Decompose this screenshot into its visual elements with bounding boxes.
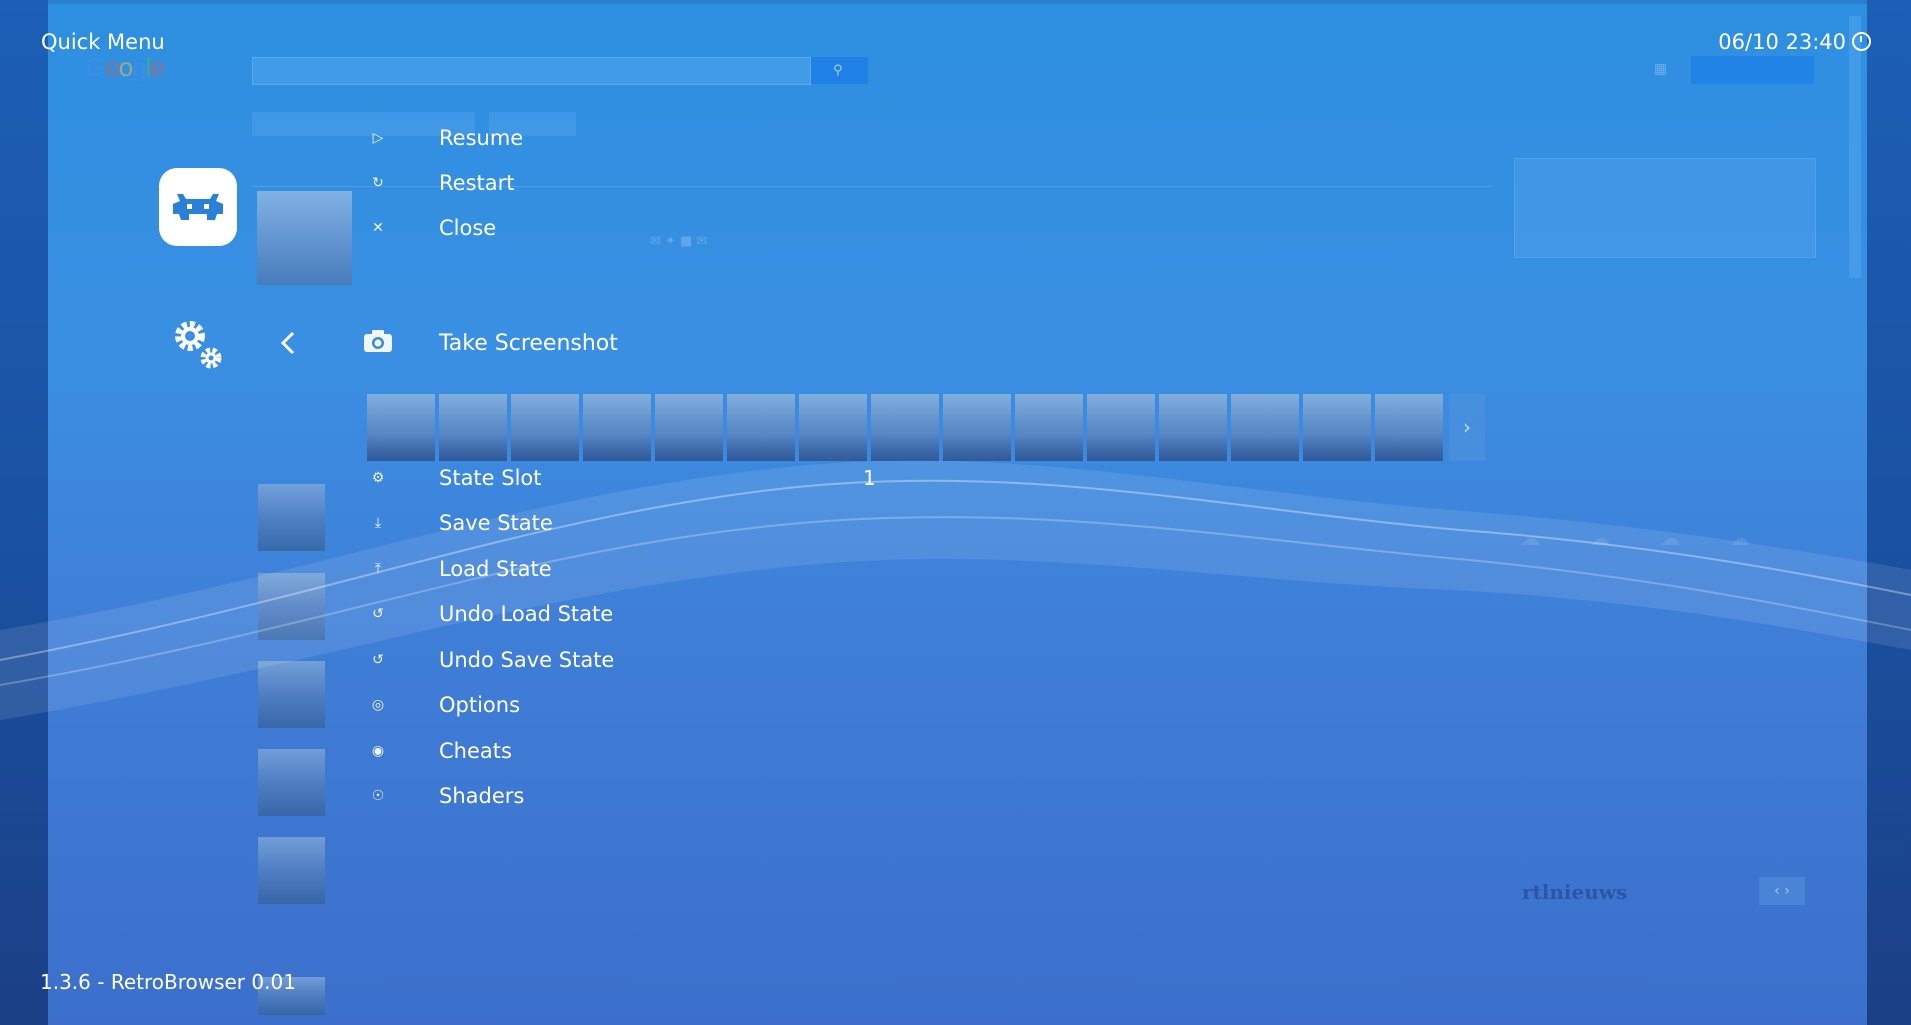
gear-icon: ⚙	[371, 470, 385, 486]
background-panel	[1514, 158, 1816, 258]
version-footer: 1.3.6 - RetroBrowser 0.01	[40, 970, 296, 994]
menu-item-options[interactable]: ◎ Options	[363, 687, 520, 723]
menu-item-state-slot[interactable]: ⚙ State Slot 1	[363, 460, 876, 496]
menu-item-label: Restart	[439, 171, 515, 195]
menu-item-label: Cheats	[439, 739, 512, 763]
menu-item-label: Save State	[439, 511, 553, 535]
background-divider	[252, 186, 1492, 187]
back-chevron-icon[interactable]	[276, 328, 300, 358]
menu-item-label: Shaders	[439, 784, 525, 808]
state-slot-value: 1	[863, 466, 876, 490]
rtl-nieuws-logo: rtlnieuws	[1522, 880, 1628, 904]
menu-item-label: Load State	[439, 557, 552, 581]
close-icon: ✕	[372, 220, 384, 236]
apps-grid-icon: ▦	[1654, 61, 1668, 77]
download-icon: ⤓	[374, 515, 382, 531]
news-thumbnail	[258, 837, 325, 904]
background-scrollbar	[1849, 16, 1861, 278]
clock-text: 06/10 23:40	[1718, 30, 1846, 54]
retroarch-main-menu-icon[interactable]	[159, 168, 237, 246]
top-border	[48, 0, 1867, 4]
background-signin-button	[1691, 56, 1814, 84]
upload-icon: ⤒	[374, 561, 382, 577]
menu-item-cheats[interactable]: ◉ Cheats	[363, 733, 512, 769]
retroarch-quick-menu-screen: Google ⚲ ▦ ✉ ✦ ■ ✉ ☁☁☁☁ › rtlnieuws ‹ ›	[0, 0, 1911, 1025]
news-thumbnail	[258, 749, 325, 816]
search-icon: ⚲	[833, 63, 843, 78]
menu-item-undo-save-state[interactable]: ↺ Undo Save State	[363, 642, 614, 678]
undo-icon: ↺	[372, 652, 384, 668]
menu-item-label: Undo Save State	[439, 648, 615, 672]
play-icon: ▷	[372, 130, 384, 146]
google-logo: Google	[86, 52, 165, 82]
carousel-nav: ‹ ›	[1759, 877, 1805, 905]
menu-item-label: Close	[439, 216, 497, 240]
wave-decoration	[0, 460, 1911, 720]
camera-icon	[363, 329, 393, 357]
clock: 06/10 23:40	[1718, 30, 1871, 54]
settings-icon[interactable]	[168, 314, 228, 374]
clock-icon	[1852, 32, 1871, 51]
menu-item-undo-load-state[interactable]: ↺ Undo Load State	[363, 596, 613, 632]
background-search-input	[252, 57, 811, 85]
menu-title: Quick Menu	[41, 30, 165, 54]
background-search-button: ⚲	[811, 57, 868, 84]
menu-item-save-state[interactable]: ⤓ Save State	[363, 505, 553, 541]
invader-icon	[173, 194, 223, 220]
menu-item-label: Options	[439, 693, 521, 717]
menu-item-shaders[interactable]: ☉ Shaders	[363, 778, 525, 814]
restart-icon: ↻	[372, 175, 384, 191]
menu-item-label: State Slot	[439, 466, 542, 490]
menu-item-take-screenshot[interactable]: Take Screenshot	[363, 325, 618, 361]
menu-item-label: Resume	[439, 126, 524, 150]
menu-item-load-state[interactable]: ⤒ Load State	[363, 551, 552, 587]
shaders-icon: ☉	[371, 788, 385, 804]
share-icons: ✉ ✦ ■ ✉	[650, 234, 708, 249]
menu-item-resume[interactable]: ▷ Resume	[363, 120, 524, 156]
menu-item-label: Take Screenshot	[439, 330, 618, 356]
news-thumbnail	[257, 191, 352, 285]
options-icon: ◎	[371, 697, 385, 713]
undo-icon: ↺	[372, 606, 384, 622]
menu-item-close[interactable]: ✕ Close	[363, 210, 496, 246]
cheats-icon: ◉	[371, 743, 385, 759]
menu-item-restart[interactable]: ↻ Restart	[363, 165, 514, 201]
menu-item-label: Undo Load State	[439, 602, 614, 626]
